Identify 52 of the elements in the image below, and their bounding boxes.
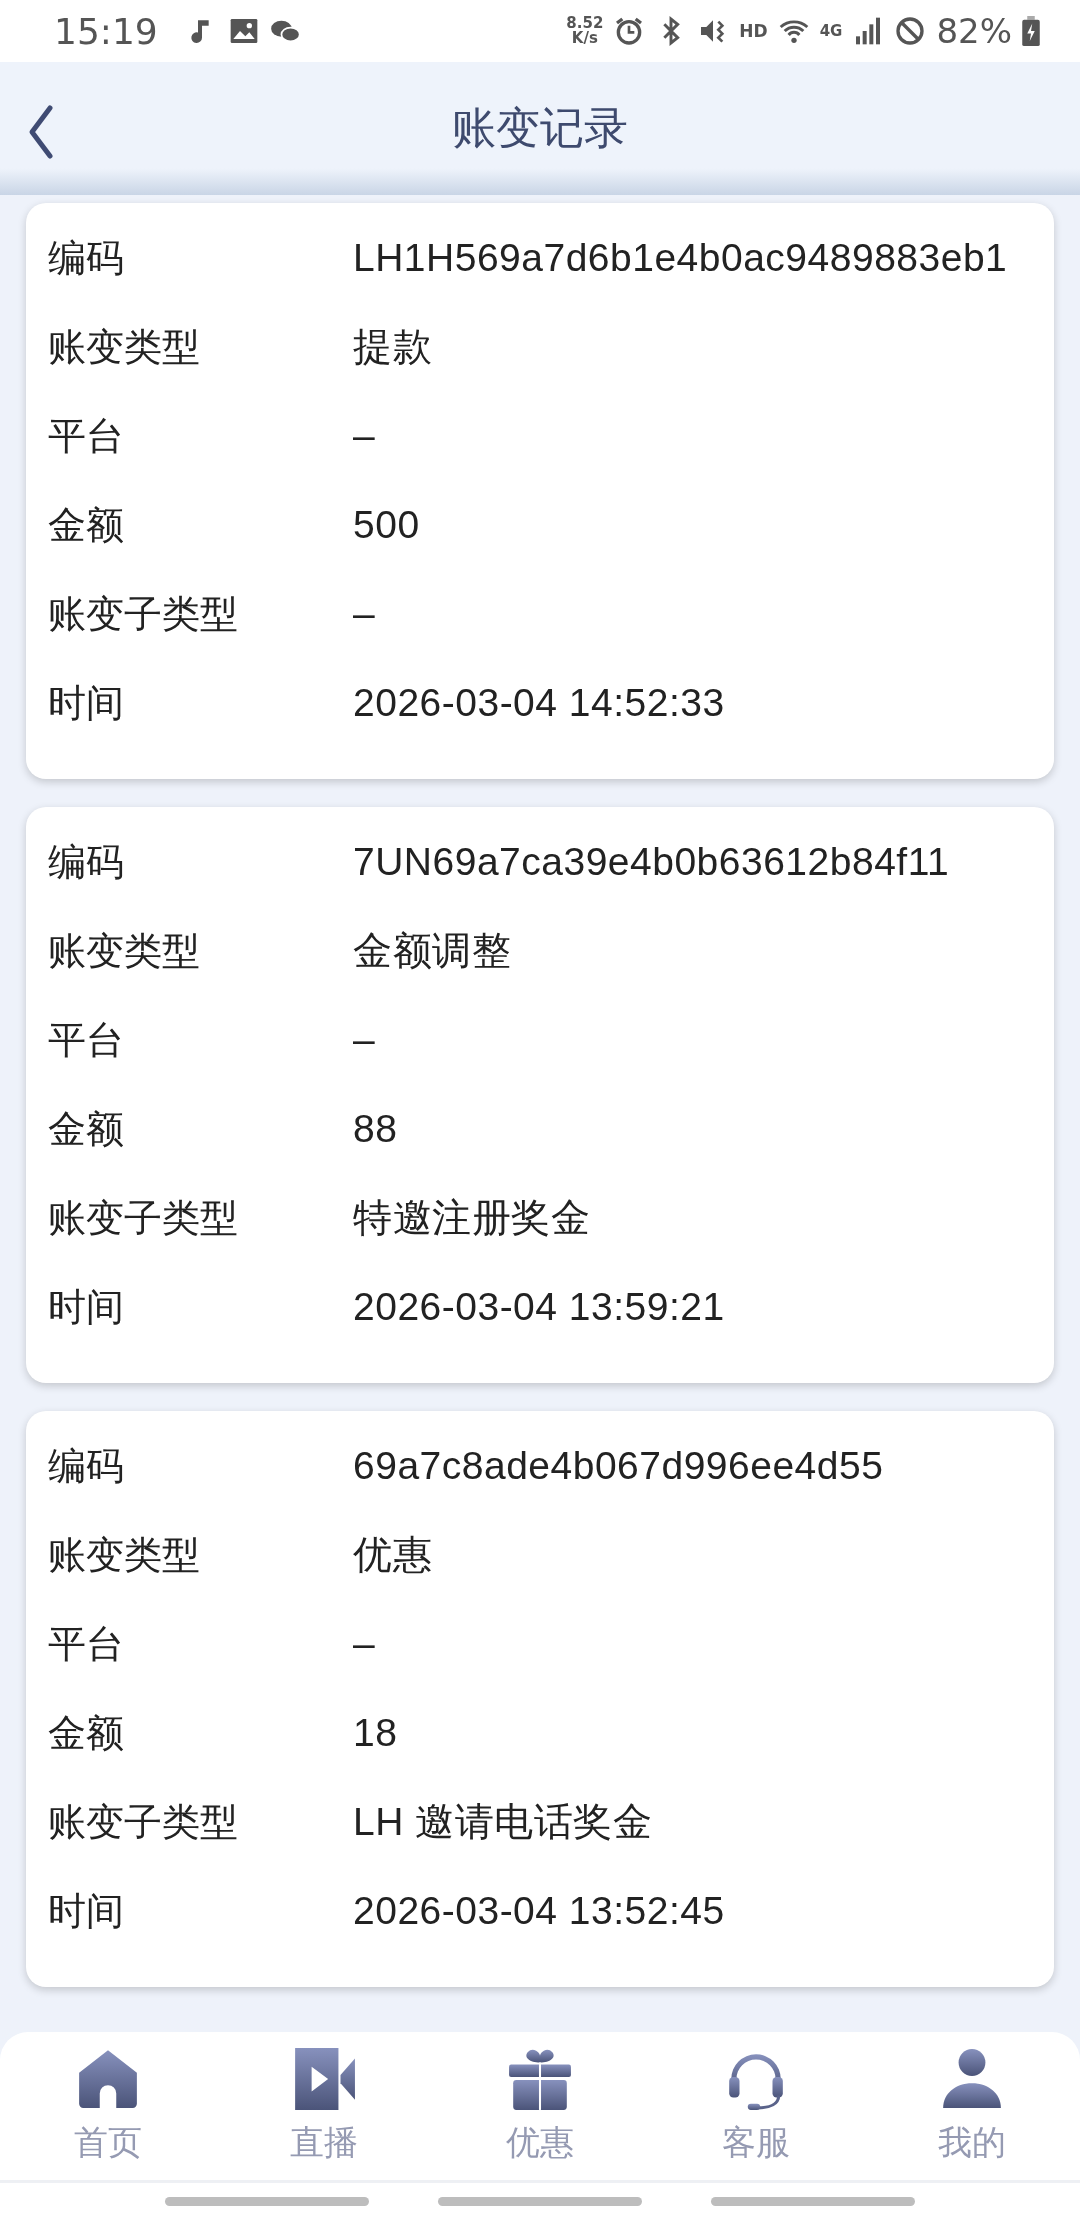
field-value: LH1H569a7d6b1e4b0ac9489883eb1 [353, 235, 1009, 281]
field-label: 平台 [48, 1621, 125, 1668]
hd-label: HD [739, 21, 768, 41]
field-label: 编码 [48, 235, 125, 282]
field-value: – [353, 413, 377, 459]
field-label: 账变类型 [48, 928, 201, 975]
gesture-bar[interactable] [164, 2197, 369, 2206]
page-title: 账变记录 [452, 101, 628, 155]
gesture-bar[interactable] [438, 2197, 642, 2206]
status-time: 15:19 [54, 10, 158, 52]
field-label: 平台 [48, 1017, 125, 1064]
field-label: 账变类型 [48, 1532, 201, 1579]
tab-item[interactable]: 首页 [0, 2032, 216, 2180]
field-value: 7UN69a7ca39e4b0b63612b84f11 [353, 839, 951, 885]
field-label: 账变子类型 [48, 591, 239, 638]
field-value: – [353, 591, 377, 637]
network-type: 4G [819, 22, 843, 40]
field-value: 金额调整 [353, 928, 512, 974]
field-label: 账变子类型 [48, 1195, 239, 1242]
field-value: 特邀注册奖金 [353, 1195, 591, 1241]
battery-percent: 82% [936, 11, 1012, 51]
field-label: 时间 [48, 1284, 125, 1331]
tab-item[interactable]: 客服 [648, 2032, 864, 2180]
field-value: – [353, 1621, 377, 1667]
gesture-bar[interactable] [711, 2197, 916, 2206]
field-value: 88 [353, 1106, 399, 1152]
do-not-disturb-icon [894, 15, 927, 47]
field-label: 平台 [48, 413, 125, 460]
field-value: 500 [353, 502, 421, 548]
field-label: 时间 [48, 680, 125, 727]
field-label: 账变类型 [48, 324, 201, 371]
field-label: 编码 [48, 839, 125, 886]
field-value: LH 邀请电话奖金 [353, 1799, 654, 1845]
tab-item[interactable]: 直播 [216, 2032, 432, 2180]
field-value: 18 [353, 1710, 399, 1756]
field-value: 2026-03-04 13:59:21 [353, 1284, 726, 1330]
tab-item[interactable]: 优惠 [432, 2032, 648, 2180]
field-value: – [353, 1017, 377, 1063]
field-value: 69a7c8ade4b067d996ee4d55 [353, 1443, 885, 1489]
field-value: 2026-03-04 14:52:33 [353, 680, 726, 726]
field-label: 金额 [48, 502, 125, 549]
field-value: 提款 [353, 324, 433, 370]
field-label: 金额 [48, 1710, 125, 1757]
tab-item[interactable]: 我的 [864, 2032, 1080, 2180]
field-label: 时间 [48, 1888, 125, 1935]
field-label: 账变子类型 [48, 1799, 239, 1846]
network-speed: 8.52 K/s [566, 16, 604, 46]
battery-icon [1022, 16, 1040, 46]
field-value: 2026-03-04 13:52:45 [353, 1888, 726, 1934]
field-label: 金额 [48, 1106, 125, 1153]
field-value: 优惠 [353, 1532, 433, 1578]
field-label: 编码 [48, 1443, 125, 1490]
